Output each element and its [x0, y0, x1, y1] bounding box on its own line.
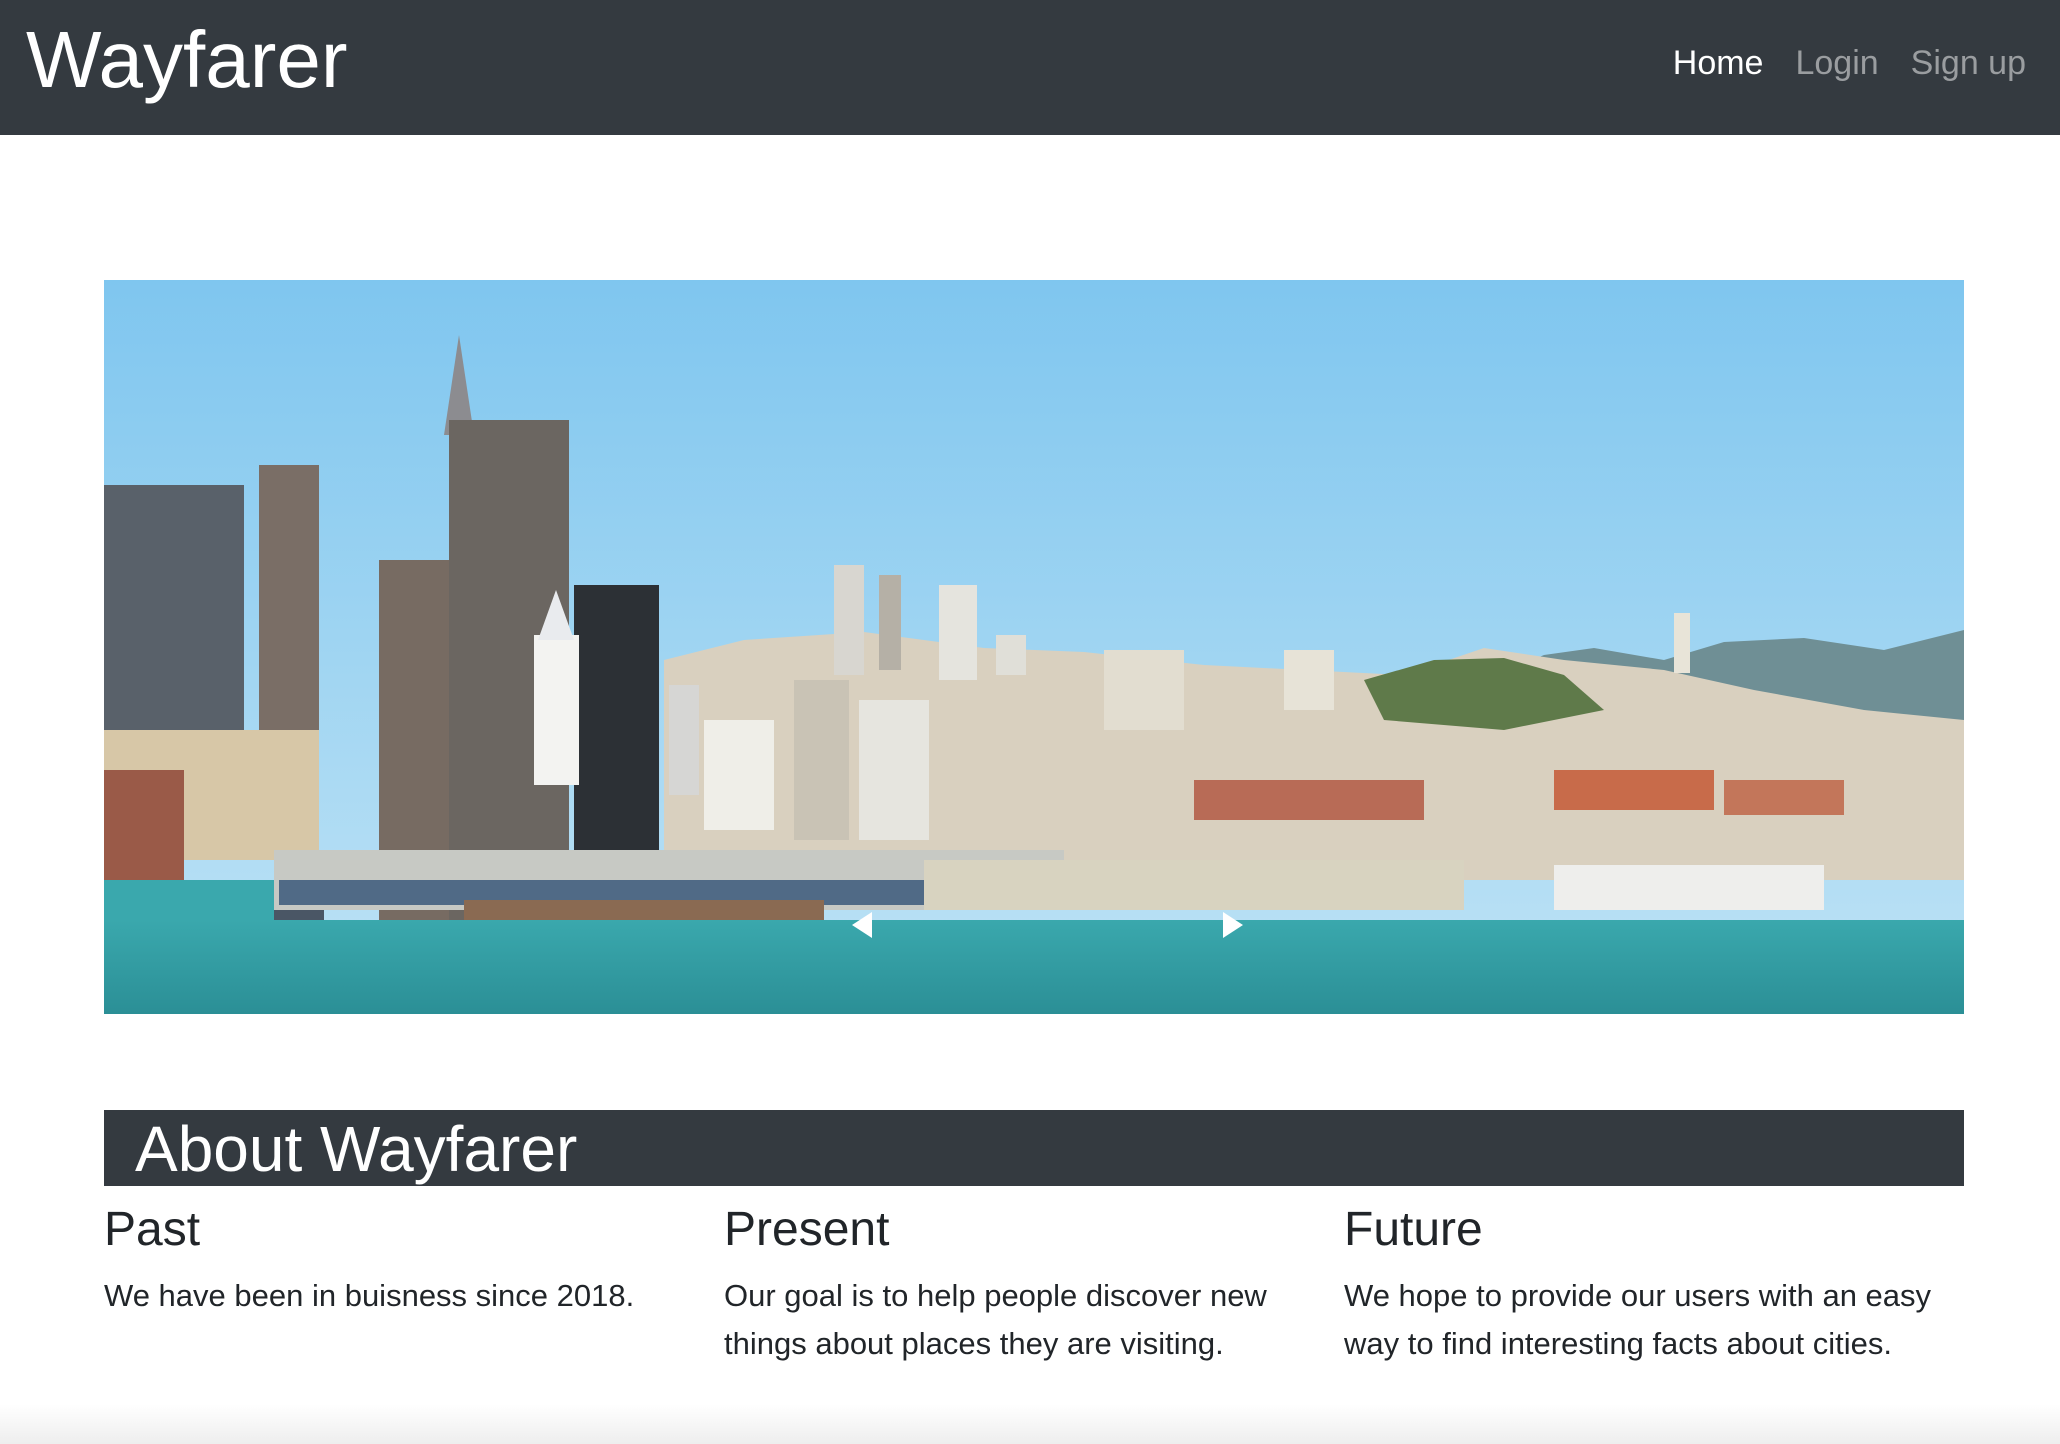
about-column-present: Present Our goal is to help people disco… [724, 1200, 1344, 1368]
hero-carousel [104, 280, 1964, 1014]
brand-logo-link[interactable]: Wayfarer [26, 12, 348, 108]
carousel-next-button[interactable] [1213, 905, 1253, 945]
column-heading: Present [724, 1203, 890, 1256]
chevron-right-icon [1223, 912, 1243, 938]
column-text: We have been in buisness since 2018. [104, 1278, 635, 1313]
carousel-prev-button[interactable] [842, 905, 882, 945]
nav-link-signup[interactable]: Sign up [1911, 38, 2026, 88]
about-columns: Past We have been in buisness since 2018… [104, 1200, 1964, 1368]
column-heading: Future [1344, 1203, 1483, 1256]
about-column-past: Past We have been in buisness since 2018… [104, 1200, 724, 1368]
nav-link-home[interactable]: Home [1673, 38, 1764, 88]
top-navbar: Wayfarer Home Login Sign up [0, 0, 2060, 135]
column-text: Our goal is to help people discover new … [724, 1278, 1267, 1361]
nav-links: Home Login Sign up [1673, 38, 2026, 88]
chevron-left-icon [852, 912, 872, 938]
column-heading: Past [104, 1203, 201, 1256]
carousel-slide-image [104, 280, 1964, 1014]
column-text: We hope to provide our users with an eas… [1344, 1278, 1932, 1361]
about-title: About Wayfarer [135, 1113, 578, 1185]
nav-link-login[interactable]: Login [1795, 38, 1878, 88]
bottom-fade [0, 1404, 2060, 1444]
about-header-bar: About Wayfarer [104, 1110, 1964, 1186]
about-column-future: Future We hope to provide our users with… [1344, 1200, 1964, 1368]
